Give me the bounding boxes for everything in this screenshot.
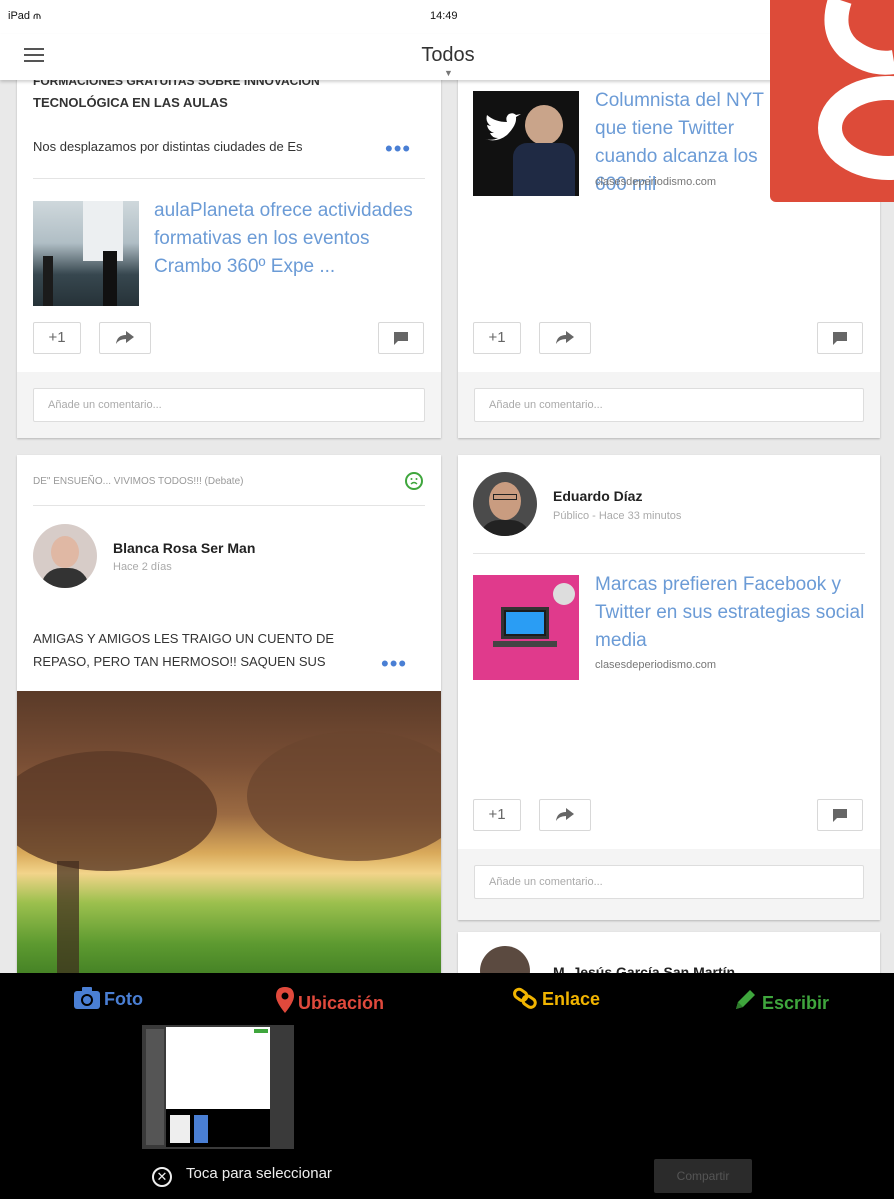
status-bar: iPad ⫙ 14:49 xyxy=(0,0,894,34)
share-button[interactable] xyxy=(99,322,151,354)
menu-icon[interactable] xyxy=(24,44,48,66)
link-thumbnail[interactable] xyxy=(33,201,139,306)
photo-button[interactable]: Foto xyxy=(74,987,143,1010)
comment-input[interactable]: Añade un comentario... xyxy=(474,865,864,899)
comment-button[interactable] xyxy=(817,322,863,354)
share-button[interactable] xyxy=(539,322,591,354)
write-button[interactable]: Escribir xyxy=(732,987,829,1014)
more-dots-icon[interactable]: ••• xyxy=(385,138,411,160)
link-thumbnail[interactable] xyxy=(473,575,579,680)
chevron-down-icon[interactable]: ▼ xyxy=(444,68,453,78)
photo-label: Foto xyxy=(104,989,143,1009)
post-card-eduardo: Eduardo Díaz Público - Hace 33 minutos M… xyxy=(458,455,880,920)
plus-one-button[interactable]: +1 xyxy=(33,322,81,354)
post-image-cave[interactable] xyxy=(17,691,441,985)
plus-one-button[interactable]: +1 xyxy=(473,799,521,831)
link-button[interactable]: Enlace xyxy=(512,987,600,1010)
link-domain: clasesdeperiodismo.com xyxy=(595,659,717,671)
google-plus-logo xyxy=(770,0,894,202)
recent-photo-thumbnail[interactable] xyxy=(142,1025,294,1149)
twitter-bird-icon xyxy=(485,113,521,141)
post-card-aulaplaneta: FORMACIONES GRATUITAS SOBRE INNOVACIÓN T… xyxy=(17,70,441,438)
camera-icon xyxy=(74,987,100,1009)
comment-area: Añade un comentario... xyxy=(458,372,880,438)
share-icon xyxy=(556,331,574,345)
post-text-line1: AMIGAS Y AMIGOS LES TRAIGO UN CUENTO DE xyxy=(33,631,334,646)
post-text: Nos desplazamos por distintas ciudades d… xyxy=(33,139,303,154)
avatar[interactable] xyxy=(473,472,537,536)
location-pin-icon xyxy=(276,987,294,1013)
divider xyxy=(473,553,865,554)
post-meta: Hace 2 días xyxy=(113,561,172,573)
post-card-blanca: DE" ENSUEÑO... VIVIMOS TODOS!!! (Debate)… xyxy=(17,455,441,985)
location-label: Ubicación xyxy=(298,993,385,1013)
author-name[interactable]: Eduardo Díaz xyxy=(553,488,642,504)
divider xyxy=(33,505,425,506)
comment-input[interactable]: Añade un comentario... xyxy=(474,388,864,422)
link-title[interactable]: Marcas prefieren Facebook y Twitter en s… xyxy=(595,571,871,655)
comment-area: Añade un comentario... xyxy=(458,849,880,920)
write-label: Escribir xyxy=(762,993,830,1013)
select-hint-label: Toca para seleccionar xyxy=(186,1165,332,1182)
comment-icon xyxy=(833,331,847,345)
more-dots-icon[interactable]: ••• xyxy=(381,653,407,675)
close-circle-icon[interactable]: ✕ xyxy=(152,1167,172,1187)
plus-one-button[interactable]: +1 xyxy=(473,322,521,354)
link-title[interactable]: aulaPlaneta ofrece actividades formativa… xyxy=(154,197,430,281)
divider xyxy=(33,178,425,179)
select-hint[interactable]: ✕ Toca para seleccionar xyxy=(152,1165,332,1187)
author-name[interactable]: Blanca Rosa Ser Man xyxy=(113,540,255,556)
link-thumbnail[interactable] xyxy=(473,91,579,196)
share-button[interactable] xyxy=(539,799,591,831)
clock: 14:49 xyxy=(430,10,458,22)
location-button[interactable]: Ubicación xyxy=(276,987,384,1014)
comment-button[interactable] xyxy=(378,322,424,354)
top-app-bar: Todos ▼ xyxy=(0,34,894,80)
post-meta: Público - Hace 33 minutos xyxy=(553,510,682,522)
post-text-line2: REPASO, PERO TAN HERMOSO!! SAQUEN SUS xyxy=(33,654,326,669)
stream-selector-title[interactable]: Todos xyxy=(400,44,496,67)
device-label: iPad ⫙ xyxy=(8,10,41,22)
comment-area: Añade un comentario... xyxy=(17,372,441,438)
comment-icon xyxy=(833,808,847,822)
link-domain: clasesdeperiodismo.com xyxy=(595,176,717,188)
share-icon xyxy=(116,331,134,345)
comment-icon xyxy=(394,331,408,345)
publish-button[interactable]: Compartir xyxy=(654,1159,752,1193)
comment-input[interactable]: Añade un comentario... xyxy=(33,388,425,422)
share-icon xyxy=(556,808,574,822)
avatar[interactable] xyxy=(33,524,97,588)
smiley-icon[interactable] xyxy=(405,472,423,490)
post-heading: TECNOLÓGICA EN LAS AULAS xyxy=(33,95,228,110)
link-icon xyxy=(513,987,537,1009)
community-label[interactable]: DE" ENSUEÑO... VIVIMOS TODOS!!! (Debate) xyxy=(33,476,243,487)
pencil-icon xyxy=(736,990,755,1009)
link-label: Enlace xyxy=(542,989,601,1009)
comment-button[interactable] xyxy=(817,799,863,831)
share-bottom-bar: Foto Ubicación Enlace Escribir ✕ Toca par… xyxy=(0,973,894,1199)
wifi-icon: ⫙ xyxy=(33,10,41,22)
